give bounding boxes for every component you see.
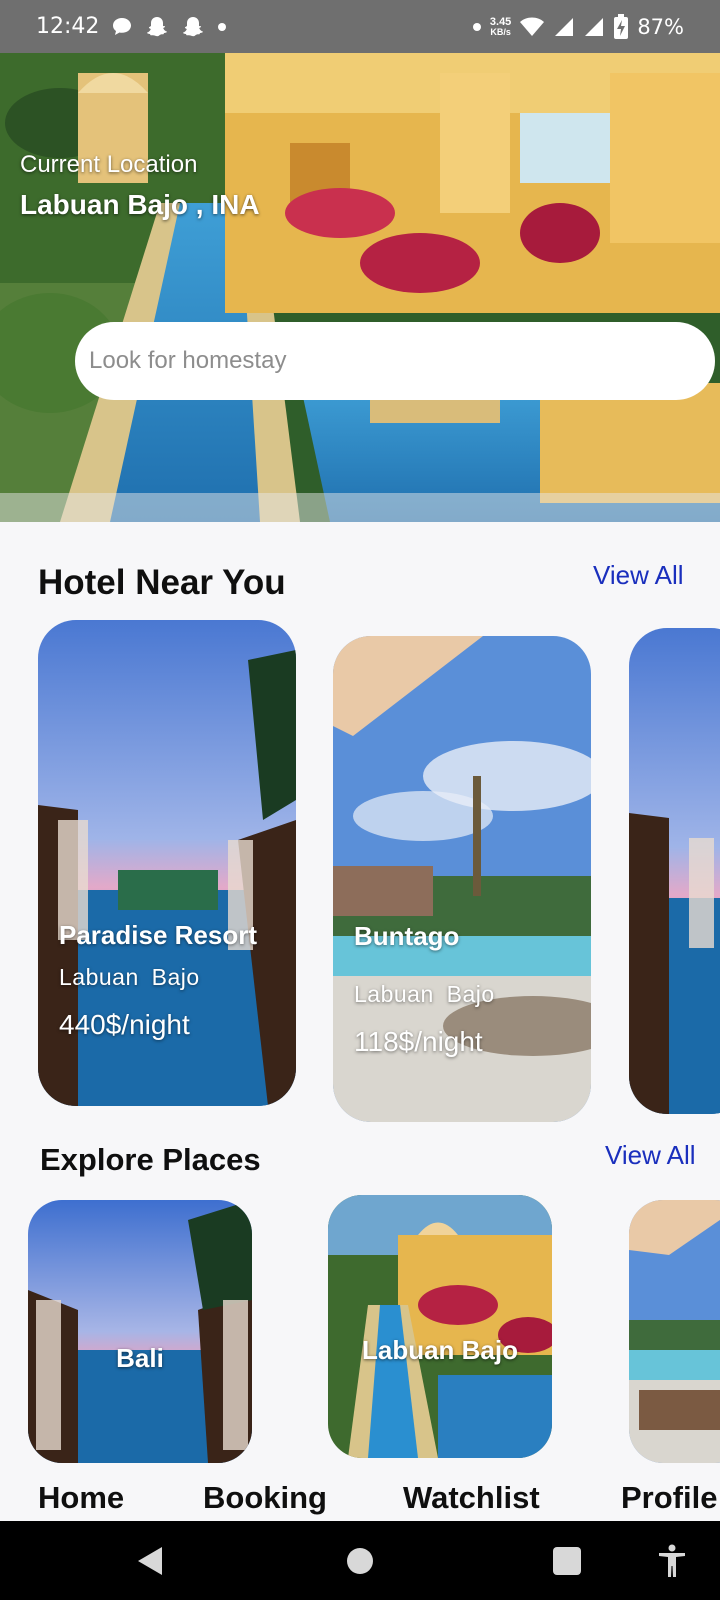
hotel-name: Buntago	[354, 921, 460, 951]
tab-booking[interactable]: Booking	[203, 1480, 327, 1516]
hotel-card[interactable]: Buntago Labuan Bajo 118$/night	[333, 636, 591, 1122]
tab-profile[interactable]: Profile	[621, 1480, 717, 1516]
snapchat-icon	[181, 15, 205, 39]
back-icon[interactable]	[130, 1521, 170, 1600]
hotels-view-all-link[interactable]: View All	[593, 560, 684, 591]
notification-dot-icon	[217, 22, 227, 32]
status-time: 12:42	[36, 14, 100, 39]
place-card-image	[328, 1195, 552, 1458]
current-location-value[interactable]: Labuan Bajo , INA	[20, 189, 260, 221]
system-nav-bar	[0, 1521, 720, 1600]
place-card-image	[28, 1200, 252, 1463]
hotel-card[interactable]	[629, 628, 720, 1114]
snapchat-icon	[145, 15, 169, 39]
status-bar: 12:42 3.45 KB/s 87%	[0, 0, 720, 53]
hotel-location: Labuan Bajo	[59, 964, 200, 990]
place-card[interactable]	[629, 1200, 720, 1463]
hotel-location: Labuan Bajo	[354, 981, 495, 1007]
chat-icon	[111, 16, 133, 38]
tab-home[interactable]: Home	[38, 1480, 124, 1516]
network-speed-unit: KB/s	[490, 27, 511, 37]
tab-watchlist[interactable]: Watchlist	[403, 1480, 540, 1516]
home-icon[interactable]	[345, 1521, 375, 1600]
hero-banner: Current Location Labuan Bajo , INA	[0, 53, 720, 522]
place-card[interactable]: Bali	[28, 1200, 252, 1463]
wifi-icon	[519, 16, 545, 38]
place-label: Labuan Bajo	[361, 1335, 518, 1365]
place-card-image	[629, 1200, 720, 1463]
recents-icon[interactable]	[550, 1521, 584, 1600]
hotels-section-title: Hotel Near You	[38, 563, 286, 602]
notification-dot-icon	[472, 22, 482, 32]
network-speed: 3.45 KB/s	[490, 16, 511, 37]
hotel-card-image	[629, 628, 720, 1114]
places-section-title: Explore Places	[40, 1142, 261, 1177]
place-label: Bali	[116, 1343, 164, 1373]
search-input[interactable]	[75, 322, 715, 400]
battery-percent: 87%	[637, 14, 684, 39]
hotel-card[interactable]: Paradise Resort Labuan Bajo 440$/night	[38, 620, 296, 1106]
accessibility-icon[interactable]	[655, 1521, 689, 1600]
current-location-label: Current Location	[20, 151, 198, 178]
battery-charging-icon	[613, 13, 629, 40]
cell-signal-icon	[583, 16, 605, 38]
hotel-price: 440$/night	[59, 1009, 190, 1040]
hotel-name: Paradise Resort	[59, 920, 257, 950]
hero-image	[0, 53, 720, 522]
hotel-price: 118$/night	[354, 1026, 483, 1057]
places-view-all-link[interactable]: View All	[605, 1140, 696, 1171]
cell-signal-icon	[553, 16, 575, 38]
place-card[interactable]: Labuan Bajo	[328, 1195, 552, 1458]
